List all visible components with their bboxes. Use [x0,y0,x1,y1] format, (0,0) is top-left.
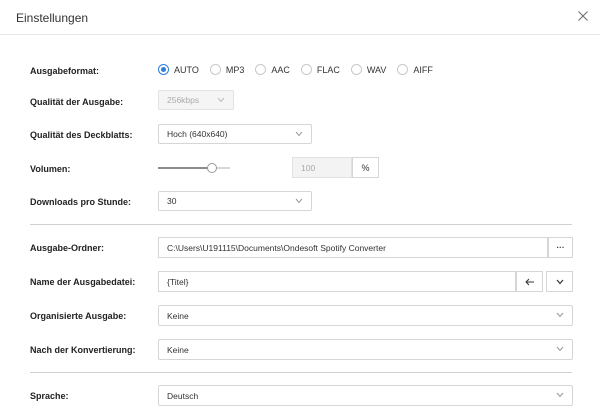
format-option-flac[interactable]: FLAC [300,64,340,75]
volume-label: Volumen: [30,164,71,174]
slider-thumb[interactable] [207,163,217,173]
output-format-label: Ausgabeformat: [30,66,100,76]
format-option-label: FLAC [316,64,340,75]
radio-button[interactable] [350,64,362,75]
section-divider [30,224,572,225]
organized-output-value: Keine [167,310,189,321]
title-bar: Einstellungen [0,0,600,35]
after-conversion-label: Nach der Konvertierung: [30,345,136,355]
organized-output-label: Organisierte Ausgabe: [30,311,127,321]
backspace-button[interactable] [516,271,543,292]
language-value: Deutsch [167,390,199,401]
output-filename-field[interactable]: {Titel} [158,271,516,292]
format-option-label: WAV [366,64,387,75]
radio-button[interactable] [158,64,169,75]
format-option-label: AIFF [413,64,433,75]
after-conversion-value: Keine [167,344,189,355]
radio-button[interactable] [255,64,267,75]
output-folder-label: Ausgabe-Ordner: [30,243,105,253]
format-option-label: AUTO [174,64,199,75]
cover-quality-select[interactable]: Hoch (640x640) [158,124,312,144]
chevron-down-icon [556,279,563,284]
volume-value-field[interactable]: 100 [292,157,352,178]
output-folder-field[interactable]: C:\Users\U191115\Documents\Ondesoft Spot… [158,237,548,258]
downloads-per-hour-select[interactable]: 30 [158,191,312,211]
downloads-per-hour-value: 30 [167,196,177,206]
format-option-label: MP3 [225,64,245,75]
format-option-wav[interactable]: WAV [350,64,387,75]
slider-fill [158,167,212,169]
radio-button[interactable] [300,64,312,75]
format-option-auto[interactable]: AUTO [158,64,199,75]
chevron-down-icon [295,198,303,204]
language-select[interactable]: Deutsch [158,385,573,406]
close-button[interactable] [576,9,590,23]
output-quality-select[interactable]: 256kbps [158,90,234,110]
section-divider [30,372,572,373]
arrow-left-icon [524,278,534,285]
dialog-title: Einstellungen [16,11,89,25]
chevron-down-icon [556,312,564,318]
chevron-down-icon [217,97,225,103]
language-label: Sprache: [30,391,69,401]
close-icon [578,11,588,21]
output-quality-label: Qualität der Ausgabe: [30,97,124,107]
more-icon: ··· [556,243,565,252]
radio-button[interactable] [397,64,409,75]
format-option-aiff[interactable]: AIFF [397,64,433,75]
after-conversion-select[interactable]: Keine [158,339,573,360]
organized-output-select[interactable]: Keine [158,305,573,326]
browse-folder-button[interactable]: ··· [548,237,573,258]
downloads-per-hour-label: Downloads pro Stunde: [30,197,131,207]
radio-button[interactable] [209,64,221,75]
chevron-down-icon [556,346,564,352]
cover-quality-value: Hoch (640x640) [167,129,228,139]
format-option-mp3[interactable]: MP3 [209,64,245,75]
cover-quality-label: Qualität des Deckblatts: [30,130,133,140]
chevron-down-icon [295,131,303,137]
format-option-aac[interactable]: AAC [255,64,290,75]
output-filename-label: Name der Ausgabedatei: [30,277,136,287]
filename-tags-dropdown-button[interactable] [546,271,573,292]
format-option-label: AAC [271,64,290,75]
volume-slider[interactable] [158,163,230,173]
output-format-radio-group: AUTO MP3 AAC FLAC WAV AIFF [158,64,444,75]
volume-unit: % [352,157,379,178]
chevron-down-icon [556,392,564,398]
